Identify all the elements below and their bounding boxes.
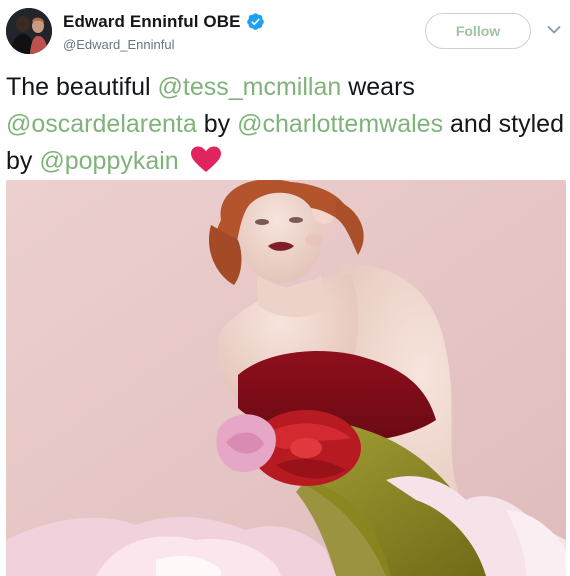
handle[interactable]: @Edward_Enninful — [63, 37, 174, 52]
mention-link[interactable]: @poppykain — [39, 147, 178, 175]
tweet-text: The beautiful @tess_mcmillan wears @osca… — [6, 69, 566, 180]
mention-link[interactable]: @oscardelarenta — [6, 110, 197, 138]
tweet-text-part: wears — [341, 73, 415, 101]
chevron-down-icon[interactable] — [547, 25, 561, 35]
mention-link[interactable]: @tess_mcmillan — [158, 73, 342, 101]
verified-badge-icon — [247, 13, 264, 30]
tweet-text-part: The beautiful — [6, 73, 158, 101]
tweet-text-part: by — [196, 110, 238, 138]
heart-icon — [190, 146, 221, 172]
tweet-header: Edward Enninful OBE @Edward_Enninful Fol… — [0, 0, 570, 62]
mention-link[interactable]: @charlottemwales — [237, 110, 443, 138]
display-name[interactable]: Edward Enninful OBE — [63, 12, 241, 32]
avatar[interactable] — [6, 8, 52, 54]
tweet-photo[interactable] — [6, 180, 566, 576]
follow-button[interactable]: Follow — [425, 13, 531, 49]
